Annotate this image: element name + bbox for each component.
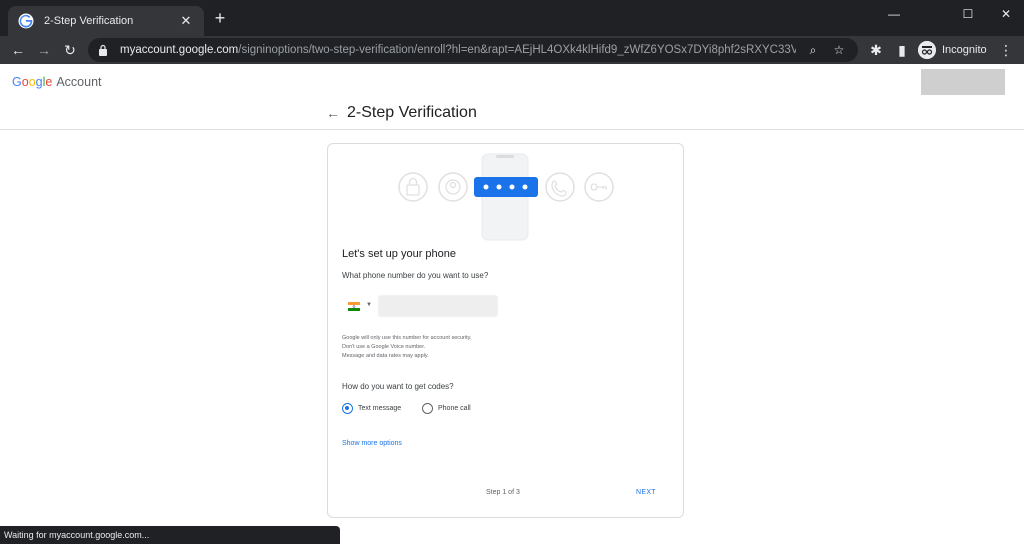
browser-toolbar: ← → ↻ myaccount.google.com/signinoptions… — [0, 36, 1024, 64]
phone-verification-illustration-icon — [398, 153, 614, 241]
phone-helper-text: Google will only use this number for acc… — [342, 334, 472, 361]
google-wordmark-letter: g — [35, 75, 43, 89]
url-text: myaccount.google.com/signinoptions/two-s… — [120, 44, 796, 56]
account-header: Google Account ← 2-Step Verification — [0, 64, 1024, 130]
helper-line-voice: Don't use a Google Voice number. — [342, 344, 426, 350]
india-flag-icon[interactable] — [348, 302, 360, 311]
page-title: 2-Step Verification — [347, 104, 477, 121]
profile-label: Incognito — [942, 44, 987, 56]
logo-suffix: Account — [56, 75, 102, 89]
google-wordmark-letter: G — [12, 75, 22, 89]
menu-kebab-icon[interactable]: ⋮ — [996, 40, 1016, 60]
next-button[interactable]: NEXT — [636, 489, 656, 496]
show-more-options-link[interactable]: Show more options — [342, 440, 402, 447]
radio-text-message[interactable]: Text message — [342, 402, 401, 414]
browser-status-bar: Waiting for myaccount.google.com... — [0, 526, 340, 544]
side-panel-icon[interactable]: ▮ — [892, 40, 912, 60]
page-back-arrow-icon[interactable]: ← — [326, 106, 340, 120]
account-avatar[interactable] — [921, 69, 1005, 95]
tab-title: 2-Step Verification — [44, 15, 134, 27]
incognito-profile-button[interactable]: Incognito — [918, 39, 987, 61]
radio-phone-call[interactable]: Phone call — [422, 402, 471, 414]
country-dropdown-caret-icon[interactable]: ▼ — [366, 302, 372, 308]
browser-tab-bar: 2-Step Verification ✕ + — ☐ ✕ — [0, 0, 1024, 36]
incognito-icon — [918, 41, 936, 59]
codes-question: How do you want to get codes? — [342, 382, 454, 391]
google-wordmark-letter: o — [21, 75, 29, 89]
new-tab-button[interactable]: + — [210, 8, 230, 28]
google-account-logo[interactable]: Google Account — [12, 75, 102, 89]
helper-line-security: Google will only use this number for acc… — [342, 335, 472, 341]
helper-line-rates: Message and data rates may apply. — [342, 353, 429, 359]
address-bar[interactable]: myaccount.google.com/signinoptions/two-s… — [88, 38, 858, 62]
forward-arrow-icon[interactable]: → — [34, 40, 54, 60]
google-wordmark-letter: e — [45, 75, 53, 89]
radio-text-message-indicator[interactable] — [342, 402, 353, 414]
step-indicator: Step 1 of 3 — [486, 489, 520, 496]
extensions-icon[interactable]: ✱ — [866, 40, 886, 60]
lock-icon — [99, 44, 107, 56]
reload-icon[interactable]: ↻ — [60, 40, 80, 60]
card-heading: Let's set up your phone — [342, 248, 457, 260]
google-wordmark: Google — [12, 75, 52, 89]
maximize-icon[interactable]: ☐ — [950, 4, 986, 24]
url-host: myaccount.google.com — [120, 44, 239, 56]
google-favicon-icon — [18, 13, 34, 29]
google-wordmark-letter: o — [28, 75, 36, 89]
star-icon[interactable]: ☆ — [830, 43, 848, 57]
radio-phone-call-indicator[interactable] — [422, 402, 433, 414]
close-window-icon[interactable]: ✕ — [988, 4, 1024, 24]
radio-text-message-label: Text message — [358, 404, 402, 412]
url-path: /signinoptions/two-step-verification/enr… — [238, 44, 796, 56]
tab-close-icon[interactable]: ✕ — [178, 13, 194, 29]
browser-tab[interactable]: 2-Step Verification ✕ — [8, 6, 204, 36]
setup-card: Let's set up your phone What phone numbe… — [327, 143, 684, 518]
back-arrow-icon[interactable]: ← — [8, 40, 28, 60]
phone-number-input[interactable] — [378, 295, 498, 317]
phone-question: What phone number do you want to use? — [342, 271, 489, 280]
zoom-icon[interactable]: ⌕ — [804, 43, 822, 58]
minimize-icon[interactable]: — — [876, 4, 912, 24]
header-divider — [0, 129, 1024, 130]
radio-phone-call-label: Phone call — [438, 404, 471, 412]
